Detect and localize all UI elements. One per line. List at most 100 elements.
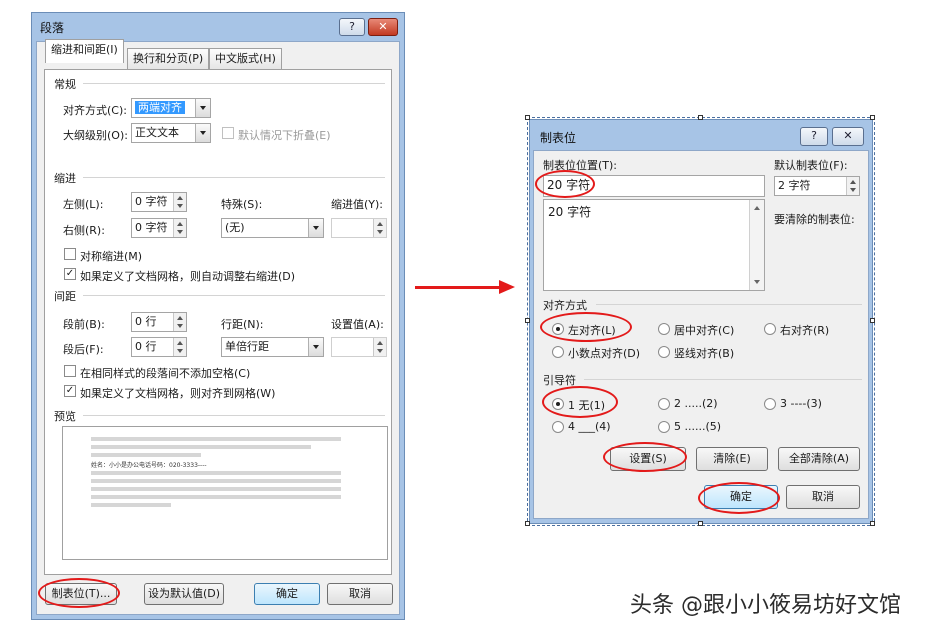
arrow-line [415,286,503,289]
divider [83,177,385,178]
alignment-select[interactable]: 两端对齐 [131,98,211,118]
mirror-indent-checkbox[interactable] [64,248,76,260]
spacing-at-input[interactable] [331,337,387,357]
arrow-right-icon [499,280,515,294]
tab-label: 中文版式(H) [215,52,276,65]
resize-handle[interactable] [870,318,875,323]
preview-line [91,495,341,499]
no-space-label: 在相同样式的段落间不添加空格(C) [80,367,251,380]
preview-sample-text: 姓名：小小是办公电话号码：020-3333---- [91,462,207,469]
snap-grid-label: 如果定义了文档网格，则对齐到网格(W) [80,387,276,400]
indent-right-label: 右侧(R): [63,224,105,237]
auto-adjust-label: 如果定义了文档网格，则自动调整右缩进(D) [80,270,296,283]
chevron-down-icon [195,124,210,142]
resize-handle[interactable] [870,115,875,120]
tab-label: 换行和分页(P) [133,52,204,65]
divider [83,83,385,84]
spacing-at-label: 设置值(A): [331,318,384,331]
chevron-down-icon [308,219,323,237]
spinner-icon[interactable] [373,338,386,356]
special-indent-select[interactable]: (无) [221,218,324,238]
tabs-button[interactable]: 制表位(T)... [45,583,117,605]
indent-left-input[interactable]: 0 字符 [131,192,187,212]
help-button[interactable]: ? [339,18,365,36]
preview-line [91,453,201,457]
preview-box: 姓名：小小是办公电话号码：020-3333---- [62,426,388,560]
resize-handle[interactable] [525,521,530,526]
line-spacing-label: 行距(N): [221,318,264,331]
resize-handle[interactable] [525,318,530,323]
space-before-label: 段前(B): [63,318,105,331]
space-before-value: 0 行 [135,315,157,328]
preview-line [91,445,311,449]
indent-by-input[interactable] [331,218,387,238]
auto-adjust-checkbox[interactable]: ✓ [64,268,76,280]
indent-left-label: 左侧(L): [63,198,104,211]
cancel-button[interactable]: 取消 [327,583,393,605]
space-before-input[interactable]: 0 行 [131,312,187,332]
outline-level-value: 正文文本 [135,126,179,139]
cancel-label: 取消 [349,587,371,600]
tabs-button-label: 制表位(T)... [51,587,111,600]
checkmark-icon: ✓ [65,268,75,279]
tab-panel: 常规 对齐方式(C): 两端对齐 大纲级别(O): 正文文本 默认情况下折叠(E… [44,69,392,575]
paragraph-dialog: 段落 ? ✕ 缩进和间距(I) 换行和分页(P) 中文版式(H) 常规 对齐方式… [31,12,405,620]
collapse-checkbox[interactable] [222,127,234,139]
preview-line [91,487,341,491]
section-spacing: 间距 [54,290,76,303]
set-default-label: 设为默认值(D) [147,587,221,600]
tab-asian-typography[interactable]: 中文版式(H) [209,48,282,70]
resize-handle[interactable] [525,115,530,120]
spinner-icon[interactable] [173,219,186,237]
resize-handle[interactable] [698,521,703,526]
alignment-label: 对齐方式(C): [63,104,127,117]
section-general: 常规 [54,78,76,91]
tab-indent-spacing[interactable]: 缩进和间距(I) [45,39,124,63]
line-spacing-value: 单倍行距 [225,340,269,353]
special-indent-label: 特殊(S): [221,198,263,211]
mirror-indent-label: 对称缩进(M) [80,250,143,263]
divider [83,415,385,416]
spinner-icon[interactable] [173,338,186,356]
indent-right-value: 0 字符 [135,221,168,234]
preview-line [91,479,341,483]
chevron-down-icon [195,99,210,117]
watermark: 头条 @跟小小筱易坊好文馆 [630,593,901,618]
spinner-icon[interactable] [173,193,186,211]
space-after-input[interactable]: 0 行 [131,337,187,357]
dialog-client: 缩进和间距(I) 换行和分页(P) 中文版式(H) 常规 对齐方式(C): 两端… [36,39,400,615]
preview-line [91,437,341,441]
tab-label: 缩进和间距(I) [51,43,118,56]
spinner-icon[interactable] [173,313,186,331]
tab-line-page-breaks[interactable]: 换行和分页(P) [127,48,210,70]
help-icon: ? [349,20,355,33]
indent-right-input[interactable]: 0 字符 [131,218,187,238]
preview-line [91,503,171,507]
close-button[interactable]: ✕ [368,18,398,36]
selection-frame [527,117,875,526]
ok-label: 确定 [276,587,298,600]
no-space-checkbox[interactable] [64,365,76,377]
outline-level-label: 大纲级别(O): [63,129,128,142]
close-icon: ✕ [378,20,388,33]
resize-handle[interactable] [698,115,703,120]
space-after-label: 段后(F): [63,343,104,356]
indent-by-label: 缩进值(Y): [331,198,384,211]
ok-button[interactable]: 确定 [254,583,320,605]
space-after-value: 0 行 [135,340,157,353]
checkmark-icon: ✓ [65,385,75,396]
set-default-button[interactable]: 设为默认值(D) [144,583,224,605]
alignment-value: 两端对齐 [135,101,185,114]
collapse-label: 默认情况下折叠(E) [238,129,331,142]
chevron-down-icon [308,338,323,356]
snap-grid-checkbox[interactable]: ✓ [64,385,76,397]
section-preview: 预览 [54,410,76,423]
outline-level-select[interactable]: 正文文本 [131,123,211,143]
spinner-icon[interactable] [373,219,386,237]
dialog-title: 段落 [40,21,65,35]
resize-handle[interactable] [870,521,875,526]
indent-left-value: 0 字符 [135,195,168,208]
preview-line [91,471,341,475]
special-indent-value: (无) [225,221,245,234]
line-spacing-select[interactable]: 单倍行距 [221,337,324,357]
